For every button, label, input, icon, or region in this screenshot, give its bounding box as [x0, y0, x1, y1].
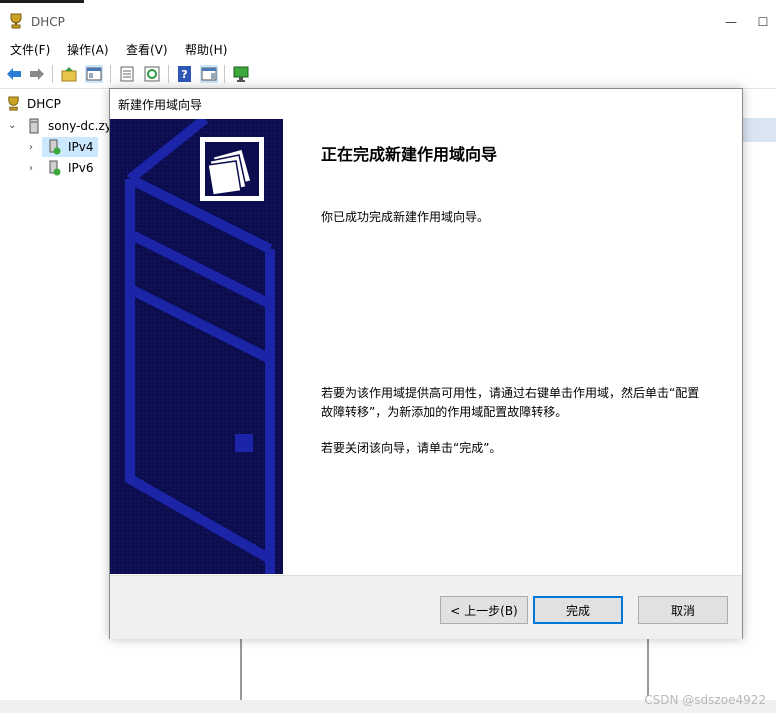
pane-border [647, 636, 649, 696]
menu-view[interactable]: 查看(V) [126, 41, 168, 58]
show-hide-tree-icon[interactable] [85, 65, 103, 83]
tree-label: IPv4 [68, 140, 94, 154]
dhcp-app-icon [10, 13, 22, 29]
properties-icon[interactable] [118, 65, 136, 83]
watermark: CSDN @sdszoe4922 [644, 693, 766, 707]
ipv4-icon [49, 139, 61, 155]
chevron-right-icon[interactable]: › [29, 143, 39, 153]
help-icon[interactable]: ? [176, 65, 194, 83]
menu-action[interactable]: 操作(A) [67, 41, 109, 58]
title-bar: DHCP — ☐ [0, 3, 776, 35]
toolbar: ? [0, 60, 776, 89]
wizard-success-text: 你已成功完成新建作用域向导。 [321, 210, 490, 224]
chevron-right-icon[interactable]: › [29, 164, 39, 174]
menu-help[interactable]: 帮助(H) [185, 41, 227, 58]
tree-label: IPv6 [68, 161, 94, 175]
toolbar-separator [52, 65, 53, 83]
forward-icon[interactable] [28, 65, 46, 83]
dialog-title: 新建作用域向导 [118, 98, 203, 112]
refresh-icon[interactable] [143, 65, 161, 83]
new-scope-wizard-dialog: 新建作用域向导 正在完成新建作用域向导 你已成功完成新建作用域向导。 若要为该作… [109, 88, 743, 639]
wizard-heading: 正在完成新建作用域向导 [321, 145, 498, 164]
toolbar-separator [224, 65, 225, 83]
finish-button[interactable]: 完成 [533, 596, 623, 624]
minimize-button[interactable]: — [716, 11, 746, 33]
server-icon [29, 118, 39, 134]
back-button[interactable]: < 上一步(B) [440, 596, 528, 624]
toolbar-separator [110, 65, 111, 83]
show-action-pane-icon[interactable] [200, 65, 218, 83]
maximize-button[interactable]: ☐ [748, 11, 776, 33]
tree-label: DHCP [27, 97, 61, 111]
dialog-button-bar: < 上一步(B) 完成 取消 [110, 575, 742, 639]
wizard-failover-text: 若要为该作用域提供高可用性，请通过右键单击作用域，然后单击“配置故障转移”，为新… [321, 386, 700, 419]
toolbar-separator [168, 65, 169, 83]
monitor-icon[interactable] [232, 65, 250, 83]
window-title: DHCP [31, 15, 65, 29]
pane-border [240, 636, 242, 700]
back-icon[interactable] [5, 65, 23, 83]
banner-graphic [110, 119, 283, 574]
menu-file[interactable]: 文件(F) [10, 41, 50, 58]
menu-bar: 文件(F) 操作(A) 查看(V) 帮助(H) [0, 36, 776, 60]
svg-text:?: ? [181, 68, 187, 81]
up-folder-icon[interactable] [60, 65, 78, 83]
dhcp-icon [8, 96, 19, 111]
wizard-close-text: 若要关闭该向导，请单击“完成”。 [321, 441, 502, 455]
tree-item-server[interactable]: ⌄ sony-dc.zy [6, 116, 116, 136]
chevron-down-icon[interactable]: ⌄ [8, 121, 18, 131]
tree-label: sony-dc.zy [48, 119, 112, 133]
tree-item-ipv6[interactable]: IPv6 [42, 158, 98, 178]
wizard-banner [110, 119, 283, 574]
ipv6-icon [49, 160, 61, 176]
tree-item-ipv4[interactable]: IPv4 [42, 137, 98, 157]
cancel-button[interactable]: 取消 [638, 596, 728, 624]
